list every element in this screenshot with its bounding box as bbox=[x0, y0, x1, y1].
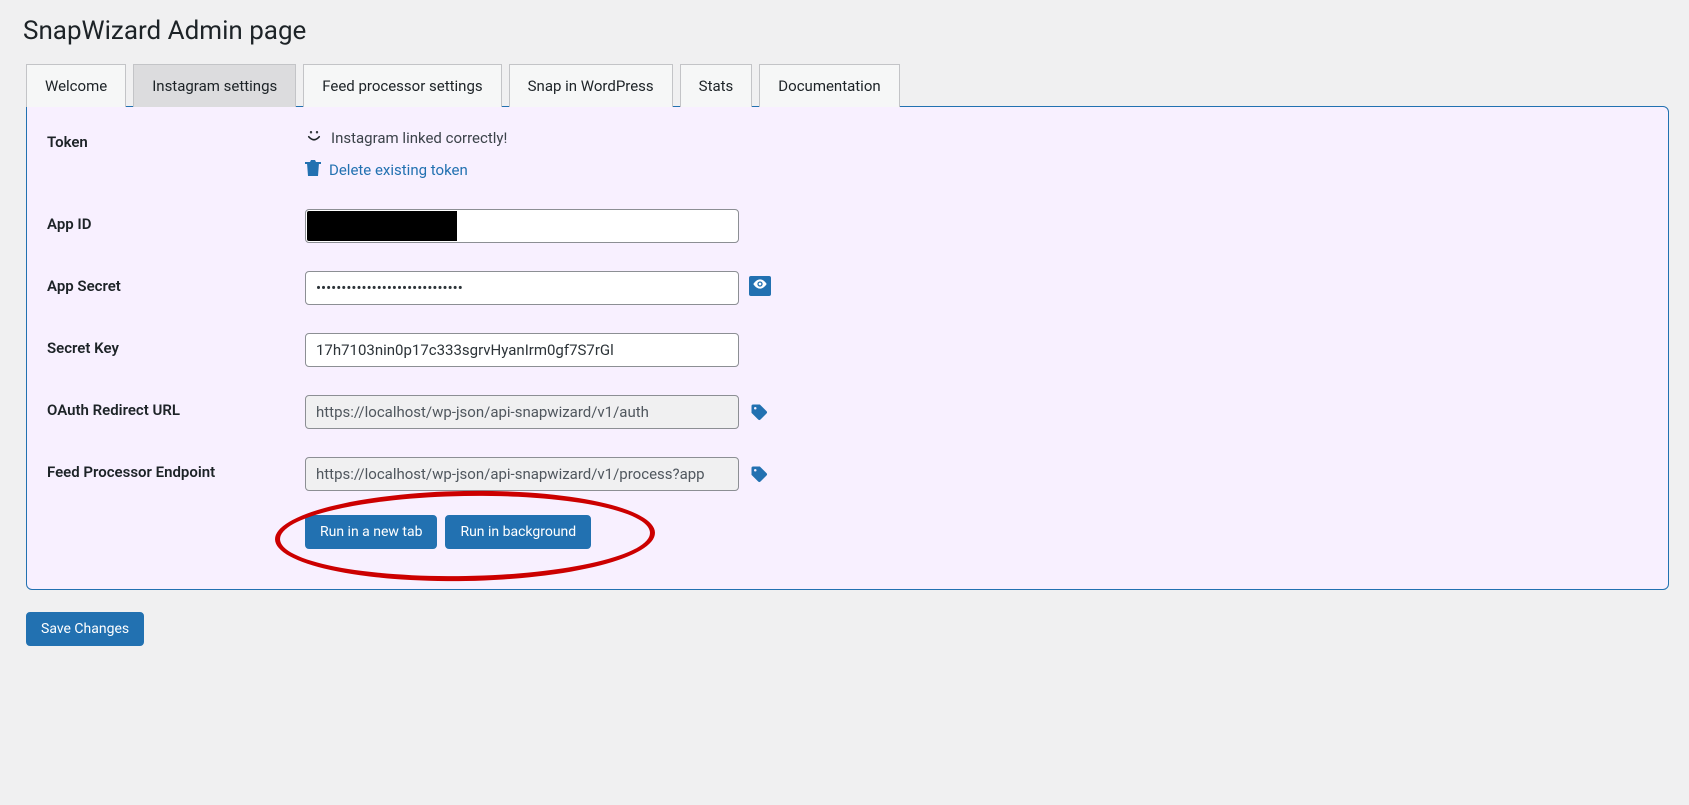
run-background-button[interactable]: Run in background bbox=[445, 515, 591, 549]
redacted-value bbox=[307, 211, 457, 241]
app-id-label: App ID bbox=[47, 209, 305, 233]
token-status: Instagram linked correctly! bbox=[305, 127, 1648, 149]
app-secret-row: App Secret bbox=[47, 271, 1648, 305]
app-secret-label: App Secret bbox=[47, 271, 305, 295]
copy-feed-button[interactable] bbox=[749, 464, 769, 484]
run-new-tab-button[interactable]: Run in a new tab bbox=[305, 515, 437, 549]
trash-icon bbox=[305, 159, 321, 181]
app-secret-field[interactable] bbox=[305, 271, 739, 305]
smile-icon bbox=[305, 127, 323, 149]
tab-welcome[interactable]: Welcome bbox=[26, 64, 126, 107]
token-status-text: Instagram linked correctly! bbox=[331, 129, 507, 147]
tag-icon bbox=[749, 407, 769, 426]
tab-snap-in-wordpress[interactable]: Snap in WordPress bbox=[509, 64, 673, 107]
tabs-bar: Welcome Instagram settings Feed processo… bbox=[26, 64, 1669, 107]
secret-key-label: Secret Key bbox=[47, 333, 305, 357]
oauth-row: OAuth Redirect URL bbox=[47, 395, 1648, 429]
toggle-visibility-button[interactable] bbox=[749, 276, 771, 296]
tab-stats[interactable]: Stats bbox=[680, 64, 753, 107]
oauth-redirect-field[interactable] bbox=[305, 395, 739, 429]
copy-oauth-button[interactable] bbox=[749, 402, 769, 422]
token-label: Token bbox=[47, 127, 305, 151]
token-row: Token Instagram linked correctly! bbox=[47, 127, 1648, 181]
secret-key-row: Secret Key bbox=[47, 333, 1648, 367]
oauth-label: OAuth Redirect URL bbox=[47, 395, 305, 419]
eye-icon bbox=[752, 276, 768, 296]
tab-instagram-settings[interactable]: Instagram settings bbox=[133, 64, 296, 107]
settings-panel: Token Instagram linked correctly! bbox=[26, 106, 1669, 590]
delete-token-text: Delete existing token bbox=[329, 161, 468, 179]
feed-endpoint-label: Feed Processor Endpoint bbox=[47, 457, 305, 481]
tab-feed-processor-settings[interactable]: Feed processor settings bbox=[303, 64, 501, 107]
delete-token-link[interactable]: Delete existing token bbox=[305, 159, 1648, 181]
app-id-row: App ID bbox=[47, 209, 1648, 243]
tag-icon bbox=[749, 469, 769, 488]
feed-endpoint-row: Feed Processor Endpoint Run in a new tab… bbox=[47, 457, 1648, 549]
page-title: SnapWizard Admin page bbox=[20, 0, 1669, 64]
tab-documentation[interactable]: Documentation bbox=[759, 64, 899, 107]
save-changes-button[interactable]: Save Changes bbox=[26, 612, 144, 646]
secret-key-field[interactable] bbox=[305, 333, 739, 367]
feed-endpoint-field[interactable] bbox=[305, 457, 739, 491]
